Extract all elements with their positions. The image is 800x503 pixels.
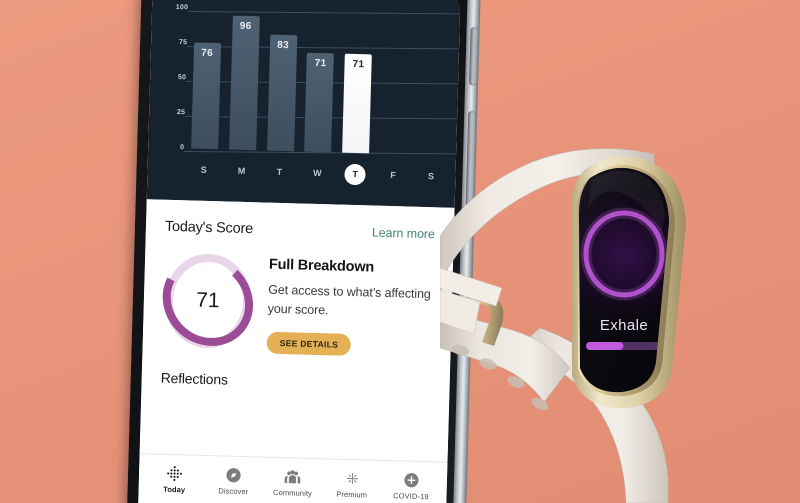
nav-item-label: COVID-19 <box>393 491 429 502</box>
chart-bar-column[interactable] <box>378 14 414 155</box>
chart-bar: 71 <box>304 52 335 153</box>
bottom-navigation: Today Discover Community Premium COVID-19 <box>138 453 448 503</box>
nav-item-today[interactable]: Today <box>145 464 205 495</box>
bar-value-label: 76 <box>201 47 214 59</box>
chart-bar-column[interactable]: 71 <box>302 12 338 153</box>
y-axis-tick: 25 <box>176 109 186 117</box>
today-dots-icon <box>166 465 183 482</box>
breakdown-description: Get access to what’s affecting your scor… <box>267 282 431 318</box>
day-label: M <box>237 165 246 176</box>
y-axis-tick: 50 <box>177 74 187 82</box>
score-card-body: 71 Full Breakdown Get access to what’s a… <box>142 234 453 360</box>
nav-item-label: Premium <box>336 489 368 500</box>
nav-item-discover[interactable]: Discover <box>204 466 264 497</box>
score-ring: 71 <box>158 248 257 355</box>
day-label: F <box>390 169 397 180</box>
chart-bar-column[interactable]: 71 <box>340 13 376 154</box>
progress-fill <box>586 342 624 350</box>
day-label-selected: T <box>344 163 367 185</box>
sparkle-icon <box>343 470 360 487</box>
chart-y-axis: 100 75 50 25 0 <box>151 0 191 200</box>
chart-bar-column[interactable]: 96 <box>226 9 262 151</box>
chart-bar: 96 <box>228 15 260 151</box>
sleep-score-chart: 100 75 50 25 0 76 96 83 71 71 S M T W T F S <box>146 0 461 208</box>
nav-item-premium[interactable]: Premium <box>322 469 382 500</box>
page-title: Today's Score <box>164 218 254 238</box>
chart-bar: 76 <box>190 42 221 150</box>
see-details-button[interactable]: SEE DETAILS <box>266 331 352 356</box>
chart-day-column[interactable]: F <box>377 164 410 186</box>
bar-value-label: 71 <box>314 57 327 69</box>
bar-value-label: 83 <box>277 39 290 51</box>
y-axis-tick: 75 <box>178 39 188 47</box>
chart-bar-column[interactable]: 83 <box>264 11 300 152</box>
phone-screen: 100 75 50 25 0 76 96 83 71 71 S M T W T F S Today's Sc… <box>137 0 461 503</box>
full-breakdown-block: Full Breakdown Get access to what’s affe… <box>266 251 435 360</box>
people-icon <box>284 468 301 485</box>
chart-day-column[interactable]: S <box>187 159 220 181</box>
bar-value-label: 71 <box>352 58 365 70</box>
chart-day-column[interactable]: M <box>225 160 258 182</box>
nav-item-covid-19[interactable]: COVID-19 <box>381 471 441 502</box>
learn-more-link[interactable]: Learn more <box>372 226 435 242</box>
phone-device: 100 75 50 25 0 76 96 83 71 71 S M T W T F S Today's Sc… <box>126 0 481 503</box>
day-label: T <box>276 166 283 177</box>
chart-bars: 76 96 83 71 71 <box>188 8 452 155</box>
breakdown-title: Full Breakdown <box>268 256 375 276</box>
chart-bar: 83 <box>266 34 297 152</box>
day-label: W <box>312 167 323 178</box>
volume-button[interactable] <box>469 27 479 86</box>
compass-icon <box>225 467 242 484</box>
y-axis-tick: 0 <box>179 144 185 152</box>
chart-bar-column[interactable] <box>415 15 451 156</box>
nav-item-community[interactable]: Community <box>263 468 323 499</box>
nav-item-label: Discover <box>218 486 249 497</box>
y-axis-tick: 100 <box>175 3 189 12</box>
score-value: 71 <box>195 288 220 313</box>
chart-bar-today: 71 <box>342 53 373 154</box>
chart-day-column[interactable]: T <box>263 161 296 183</box>
app-content: Today's Score Learn more 71 Full Breakdo… <box>137 199 455 503</box>
nav-item-label: Today <box>163 484 186 495</box>
day-label: S <box>427 170 435 181</box>
chart-day-column[interactable]: W <box>301 162 334 184</box>
nav-item-label: Community <box>272 487 313 498</box>
chart-bar-column[interactable]: 76 <box>188 8 224 150</box>
fitbit-luxe-tracker: Exhale <box>440 140 800 503</box>
chart-day-column[interactable]: T <box>339 163 372 185</box>
day-label: S <box>200 164 208 175</box>
plus-circle-icon <box>403 471 420 488</box>
bar-value-label: 96 <box>239 20 252 32</box>
tracker-screen-text: Exhale <box>600 317 648 334</box>
